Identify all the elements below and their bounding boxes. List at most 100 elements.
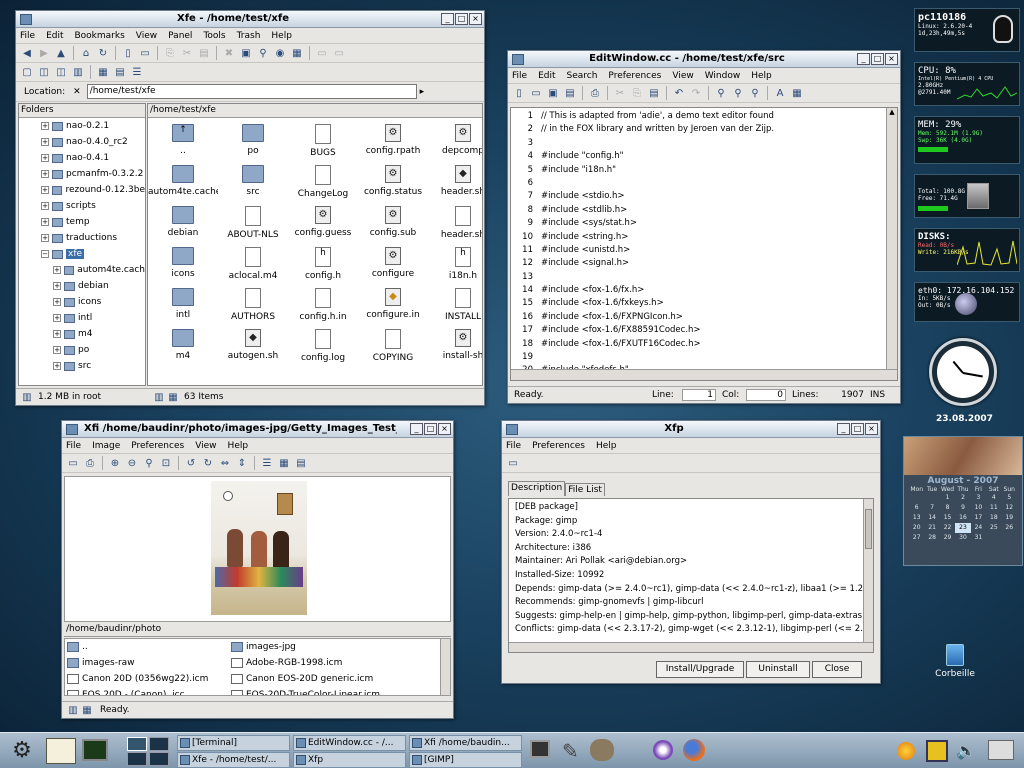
tree-expander[interactable]: +	[41, 234, 49, 242]
calendar-day[interactable]: 23	[955, 523, 971, 533]
file-item[interactable]: COPYING	[358, 329, 428, 363]
tree-item[interactable]: + rezound-0.12.3be	[19, 182, 145, 198]
firefox-launcher-icon[interactable]	[683, 739, 705, 761]
new-icon[interactable]: ▯	[512, 87, 526, 100]
calendar-day[interactable]: 31	[971, 533, 986, 543]
calendar-day[interactable]: 24	[971, 523, 986, 533]
mirror-h-icon[interactable]: ⇔	[218, 457, 232, 470]
file-item[interactable]: ⚙ config.sub	[358, 206, 428, 238]
calendar-day[interactable]: 14	[924, 513, 939, 523]
calendar-day[interactable]: 11	[986, 503, 1001, 513]
menu-view[interactable]: View	[195, 441, 216, 451]
menu-search[interactable]: Search	[567, 71, 598, 81]
xfi-file-item[interactable]: ..	[67, 639, 227, 655]
editor-text-area[interactable]: 1 // This is adapted from 'adie', a demo …	[510, 107, 898, 381]
menu-file[interactable]: File	[20, 31, 35, 41]
calendar-day[interactable]: 27	[909, 533, 924, 543]
xfp-vscrollbar[interactable]	[863, 499, 873, 642]
file-item[interactable]: ↑..	[148, 124, 218, 156]
file-item[interactable]: ◆ autogen.sh	[218, 329, 288, 361]
calendar-day[interactable]: 21	[924, 523, 939, 533]
tree-expander[interactable]: +	[41, 186, 49, 194]
maximize-button[interactable]: □	[455, 13, 468, 25]
menu-view[interactable]: View	[136, 31, 157, 41]
extra-icon-2[interactable]: ▭	[332, 47, 346, 60]
file-item[interactable]: h i18n.h	[428, 247, 482, 281]
calendar-day[interactable]: 28	[924, 533, 939, 543]
file-item[interactable]: ⚙ config.rpath	[358, 124, 428, 156]
tree-expander[interactable]: +	[53, 330, 61, 338]
close-button[interactable]: ×	[885, 53, 898, 65]
editor-titlebar[interactable]: EditWindow.cc - /home/test/xfe/src _ □ ×	[508, 51, 900, 68]
paste-icon[interactable]: ▤	[197, 47, 211, 60]
location-go-icon[interactable]: ▸	[420, 87, 425, 97]
gimp-launcher-icon[interactable]	[590, 739, 614, 761]
delete-icon[interactable]: ✖	[222, 47, 236, 60]
calendar-day[interactable]: 9	[955, 503, 970, 513]
search-next-icon[interactable]: ⚲	[748, 87, 762, 100]
calendar-day[interactable]: 18	[986, 513, 1001, 523]
clear-location-icon[interactable]: ✕	[73, 87, 81, 97]
menu-help[interactable]: Help	[228, 441, 249, 451]
tree-expander[interactable]: +	[53, 346, 61, 354]
menu-file[interactable]: File	[512, 71, 527, 81]
refresh-icon[interactable]: ↻	[96, 47, 110, 60]
properties-icon[interactable]: ◉	[273, 47, 287, 60]
editor-vscrollbar[interactable]: ▲	[886, 108, 897, 369]
tree-expander[interactable]: +	[53, 298, 61, 306]
volume-tray-icon[interactable]: 🔈	[956, 741, 976, 760]
tree-item[interactable]: + icons	[19, 294, 145, 310]
tree-item[interactable]: + nao-0.4.0_rc2	[19, 134, 145, 150]
tree-expander[interactable]: +	[41, 218, 49, 226]
xfp-hscrollbar[interactable]	[509, 642, 873, 652]
xfi-file-item[interactable]: images-raw	[67, 655, 227, 671]
menu-help[interactable]: Help	[751, 71, 772, 81]
file-item[interactable]: ◆ configure.in	[358, 288, 428, 320]
file-item[interactable]: po	[218, 124, 288, 156]
file-item[interactable]: header.sh	[428, 206, 482, 240]
xfp-titlebar[interactable]: Xfp _ □ ×	[502, 421, 880, 438]
panel-one-icon[interactable]: ▢	[20, 66, 34, 79]
tree-item[interactable]: + m4	[19, 326, 145, 342]
maximize-button[interactable]: □	[871, 53, 884, 65]
file-item[interactable]: ABOUT-NLS	[218, 206, 288, 240]
pager-desk-3[interactable]	[127, 752, 147, 766]
calendar-day[interactable]: 12	[1002, 503, 1017, 513]
file-item[interactable]: h config.h	[288, 247, 358, 281]
xfi-file-item[interactable]: Canon 20D (0356wg22).icm	[67, 671, 227, 687]
calendar-day[interactable]	[909, 493, 924, 503]
menu-edit[interactable]: Edit	[538, 71, 555, 81]
file-item[interactable]: ⚙ config.guess	[288, 206, 358, 238]
minimize-button[interactable]: _	[857, 53, 870, 65]
tree-item[interactable]: + traductions	[19, 230, 145, 246]
file-item[interactable]: config.log	[288, 329, 358, 363]
calendar-day[interactable]: 2	[955, 493, 970, 503]
tree-item[interactable]: + po	[19, 342, 145, 358]
tree-expander[interactable]: +	[41, 170, 49, 178]
save-icon[interactable]: ▣	[546, 87, 560, 100]
print-icon[interactable]: ⎙	[83, 457, 97, 470]
menu-image[interactable]: Image	[92, 441, 120, 451]
xfi-file-item[interactable]: Canon EOS-20D generic.icm	[231, 671, 431, 687]
xfi-titlebar[interactable]: Xfi /home/baudinr/photo/images-jpg/Getty…	[62, 421, 453, 438]
tree-expander[interactable]: +	[41, 154, 49, 162]
calendar-day[interactable]	[924, 493, 939, 503]
print-icon[interactable]: ⎙	[588, 87, 602, 100]
file-item[interactable]: INSTALL	[428, 288, 482, 322]
calendar-day[interactable]: 7	[924, 503, 939, 513]
file-item[interactable]: src	[218, 165, 288, 197]
menu-help[interactable]: Help	[271, 31, 292, 41]
paste-icon[interactable]: ▤	[647, 87, 661, 100]
calendar-day[interactable]	[1002, 533, 1017, 543]
xfi-vscrollbar[interactable]	[440, 639, 450, 695]
menu-panel[interactable]: Panel	[168, 31, 192, 41]
copy-icon[interactable]: ⎘	[630, 87, 644, 100]
weather-tray-icon[interactable]	[897, 742, 915, 760]
maximize-button[interactable]: □	[851, 423, 864, 435]
calendar-day[interactable]: 8	[940, 503, 955, 513]
minimize-button[interactable]: _	[837, 423, 850, 435]
file-item[interactable]: ◆ header.sh	[428, 165, 482, 197]
tree-expander[interactable]: +	[41, 138, 49, 146]
cut-icon[interactable]: ✂	[613, 87, 627, 100]
filelist-icon[interactable]: ☰	[260, 457, 274, 470]
